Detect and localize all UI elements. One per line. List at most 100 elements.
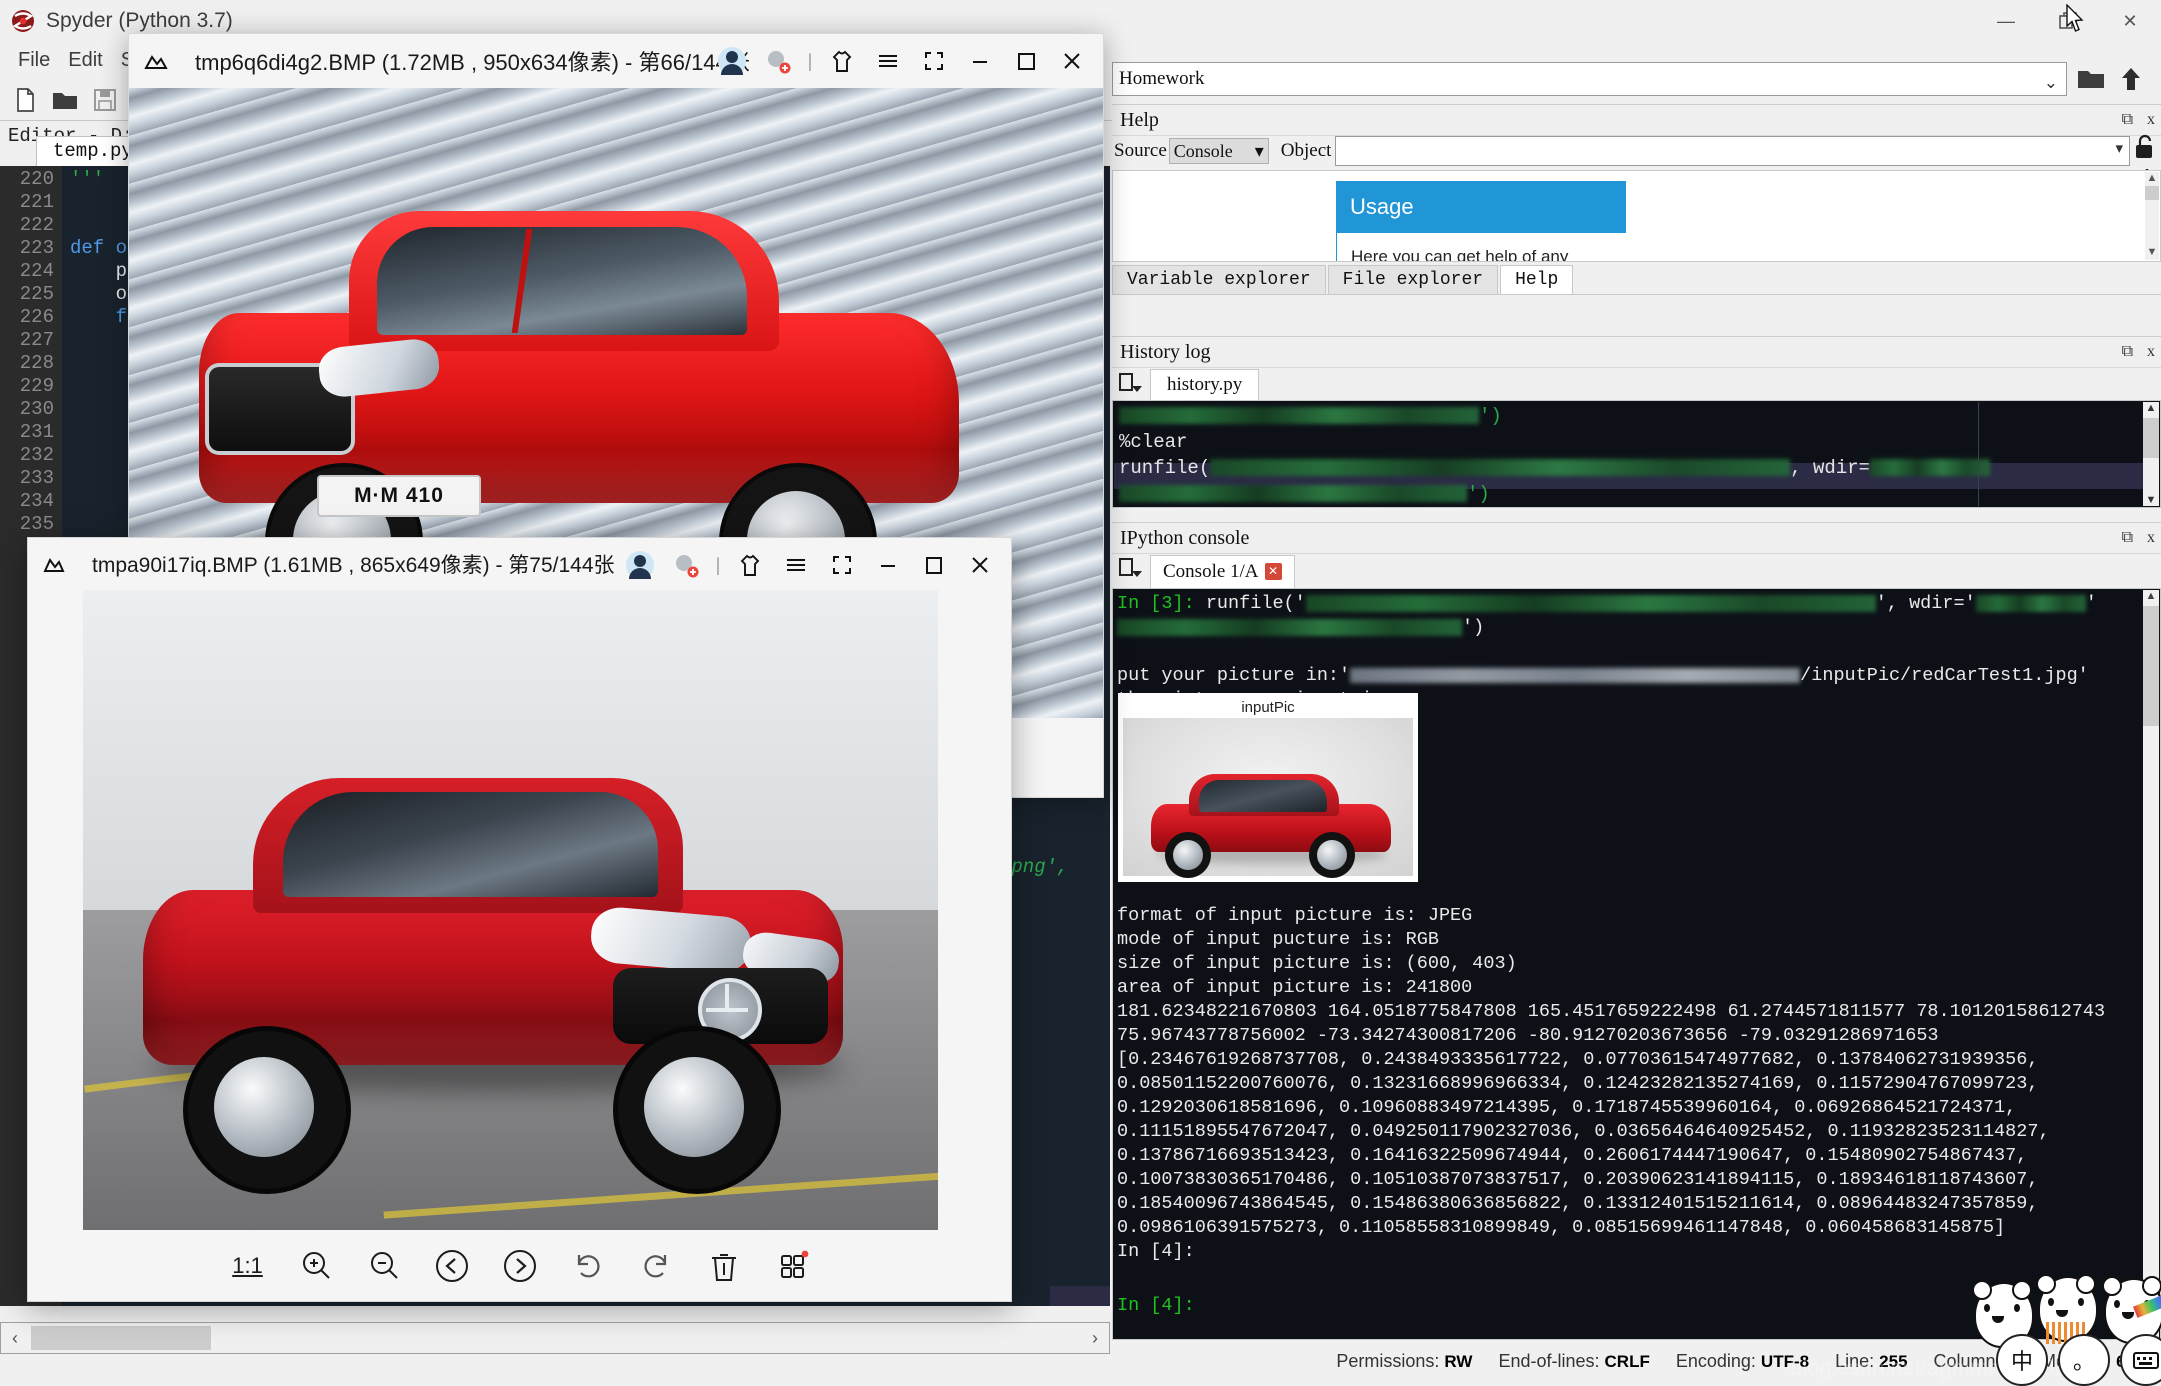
menu-icon[interactable] [865,34,911,88]
chevron-down-icon: ▾ [1254,140,1264,161]
history-line: ') [1119,483,1490,505]
close-button[interactable]: ✕ [2099,0,2161,42]
scroll-up-arrow[interactable]: ▲ [2143,590,2159,606]
close-icon[interactable]: x [2147,111,2155,128]
ipython-vertical-scrollbar[interactable]: ▲ ▼ [2143,590,2159,1338]
undock-icon[interactable]: ⧉ [2122,529,2133,546]
minimize-icon[interactable] [957,34,1003,88]
status-encoding: Encoding: UTF-8 [1675,1350,1810,1371]
scroll-down-arrow[interactable]: ▼ [2143,494,2159,506]
rotate-left-button[interactable] [554,1240,622,1292]
close-icon[interactable] [957,538,1003,592]
zoom-out-button[interactable] [350,1240,418,1292]
save-file-icon[interactable] [90,85,120,115]
close-icon[interactable]: x [2147,343,2155,360]
user-avatar-icon[interactable] [709,34,755,88]
viewer2-title-buttons: | [617,538,1003,592]
ipython-console-output[interactable]: In [3]: runfile(' ', wdir=' ' ') put your … [1112,588,2161,1340]
zoom-in-button[interactable] [282,1240,350,1292]
console-line: 0.13786716693513423, 0.16416322509674944… [1117,1145,2028,1166]
scrollbar-thumb[interactable] [2143,418,2159,458]
console-line: ') [1117,617,1484,638]
image-viewer-window-2[interactable]: tmpa90i17iq.BMP (1.61MB , 865x649像素) - 第… [27,537,1012,1302]
line-number: 228 [19,352,54,374]
maximize-icon[interactable] [1003,34,1049,88]
console-line: size of input picture is: (600, 403) [1117,953,1517,974]
console-prompt-in3: In [3]: [1117,593,1195,614]
menu-file[interactable]: File [18,49,50,72]
menu-icon[interactable] [773,538,819,592]
scrollbar-thumb[interactable] [2143,606,2159,726]
minimize-button[interactable]: — [1975,0,2037,42]
delete-button[interactable] [690,1240,758,1292]
working-directory-value: Homework [1119,68,1205,89]
undock-icon[interactable]: ⧉ [2122,111,2133,128]
console-input-path-tail: /inputPic/redCarTest1.jpg' [1800,665,2089,686]
unlock-icon[interactable] [2134,134,2156,164]
scroll-up-arrow[interactable]: ▲ [2145,172,2159,186]
viewer2-image-canvas[interactable] [83,590,938,1230]
scroll-left-arrow[interactable]: ‹ [1,1328,29,1349]
tab-help[interactable]: Help [1500,265,1574,294]
history-dock-label: History log [1120,341,1211,363]
next-image-button[interactable] [486,1240,554,1292]
collection-icon[interactable] [755,34,801,88]
fullscreen-icon[interactable] [911,34,957,88]
skin-shirt-icon[interactable] [727,538,773,592]
history-log-content[interactable]: ') %clear runfile(, wdir= ') ▲ ▼ [1112,400,2161,508]
browse-tabs-icon[interactable] [1118,557,1144,586]
undock-icon[interactable]: ⧉ [2122,343,2133,360]
figure-title: inputPic [1241,699,1295,716]
chevron-down-icon[interactable]: ▾ [2115,139,2123,158]
ipython-tabbar: Console 1/A ✕ [1112,552,2161,609]
ipython-dock-buttons: ⧉ x [2112,523,2155,553]
actual-size-button[interactable]: 1:1 [214,1240,282,1292]
close-icon[interactable]: x [2147,529,2155,546]
close-console-icon[interactable]: ✕ [1264,563,1282,580]
working-directory-combo[interactable]: Homework ⌄ [1112,62,2067,96]
rotate-right-button[interactable] [622,1240,690,1292]
console-line: 75.96743778756002 -73.34274300817206 -80… [1117,1025,1939,1046]
maximize-icon[interactable] [911,538,957,592]
viewer1-title-buttons: | [709,34,1095,88]
skin-shirt-icon[interactable] [819,34,865,88]
console-runfile-keyword: runfile( [1205,593,1295,614]
ime-punctuation-icon[interactable]: 。 [2058,1334,2110,1386]
app-title: Spyder (Python 3.7) [46,9,233,32]
close-icon[interactable] [1049,34,1095,88]
line-number: 234 [19,490,54,512]
user-avatar-icon[interactable] [617,538,663,592]
move-up-icon[interactable] [2114,62,2148,96]
tab-file-explorer[interactable]: File explorer [1327,265,1499,294]
scroll-down-arrow[interactable]: ▼ [2145,246,2159,260]
help-vertical-scrollbar[interactable]: ▲ ▼ [2145,172,2159,260]
tab-variable-explorer[interactable]: Variable explorer [1112,265,1326,294]
browse-tabs-icon[interactable] [1118,372,1144,396]
open-folder-icon[interactable] [2074,62,2108,96]
previous-image-button[interactable] [418,1240,486,1292]
menu-edit[interactable]: Edit [68,49,102,72]
help-usage-heading: Usage [1336,181,1626,233]
ipython-tab-console-1a[interactable]: Console 1/A ✕ [1150,554,1295,588]
scrollbar-thumb[interactable] [2145,186,2159,200]
history-tabbar: history.py [1112,366,2161,423]
help-object-input[interactable]: ▾ [1335,136,2130,166]
history-tab-history-py[interactable]: history.py [1150,368,1260,400]
line-number: 225 [19,283,54,305]
scroll-up-arrow[interactable]: ▲ [2143,402,2159,418]
help-source-select[interactable]: Console ▾ [1168,138,1269,164]
open-file-icon[interactable] [50,85,80,115]
history-line: runfile(, wdir= [1119,457,1991,479]
chevron-down-icon[interactable]: ⌄ [2044,67,2058,95]
collection-icon[interactable] [663,538,709,592]
scrollbar-thumb[interactable] [31,1326,211,1350]
scroll-right-arrow[interactable]: › [1081,1328,1109,1349]
fullscreen-icon[interactable] [819,538,865,592]
editor-horizontal-scrollbar[interactable]: ‹ › [0,1322,1110,1354]
history-vertical-scrollbar[interactable]: ▲ ▼ [2143,402,2159,506]
more-tools-button[interactable] [758,1240,826,1292]
viewer1-title: tmp6q6di4g2.BMP (1.72MB , 950x634像素) - 第… [195,50,750,75]
ime-chinese-icon[interactable]: 中 [1996,1334,2048,1386]
minimize-icon[interactable] [865,538,911,592]
new-file-icon[interactable] [10,85,40,115]
